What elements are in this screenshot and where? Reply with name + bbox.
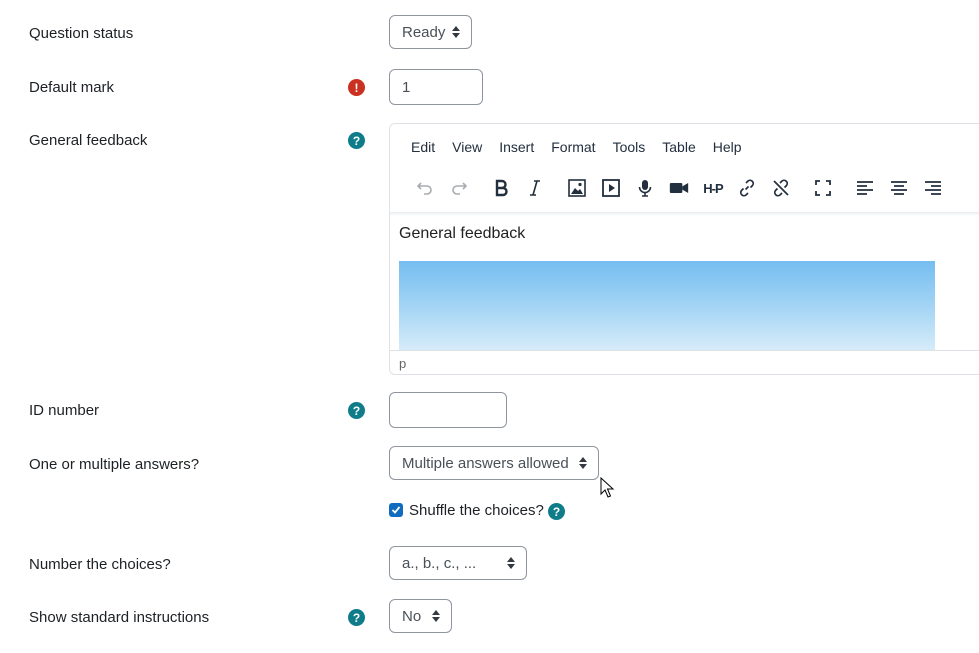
menu-view[interactable]: View (452, 139, 482, 155)
link-icon[interactable] (730, 174, 764, 202)
redo-icon[interactable] (442, 174, 476, 202)
bold-icon[interactable] (484, 174, 518, 202)
number-choices-select[interactable]: a., b., c., ... (389, 546, 527, 580)
menu-insert[interactable]: Insert (499, 139, 534, 155)
undo-icon[interactable] (408, 174, 442, 202)
question-status-label: Question status (29, 25, 134, 42)
image-icon[interactable] (560, 174, 594, 202)
default-mark-input[interactable] (389, 69, 483, 105)
feedback-image[interactable] (399, 261, 935, 351)
editor-menubar: Edit View Insert Format Tools Table Help (411, 139, 759, 155)
unlink-icon[interactable] (764, 174, 798, 202)
fullscreen-icon[interactable] (806, 174, 840, 202)
align-right-icon[interactable] (916, 174, 950, 202)
menu-tools[interactable]: Tools (613, 139, 646, 155)
one-or-multiple-label: One or multiple answers? (29, 456, 200, 473)
select-caret-icon (452, 25, 460, 39)
italic-icon[interactable] (518, 174, 552, 202)
element-path[interactable]: p (399, 356, 406, 371)
general-feedback-label: General feedback (29, 132, 148, 149)
shuffle-label[interactable]: Shuffle the choices? (409, 502, 544, 519)
record-video-icon[interactable] (662, 174, 696, 202)
help-icon[interactable]: ? (548, 503, 565, 520)
help-icon[interactable]: ? (348, 402, 365, 419)
id-number-input[interactable] (389, 392, 507, 428)
menu-table[interactable]: Table (662, 139, 695, 155)
align-left-icon[interactable] (848, 174, 882, 202)
one-or-multiple-value: Multiple answers allowed (402, 454, 569, 472)
help-icon[interactable]: ? (348, 132, 365, 149)
id-number-label: ID number (29, 402, 100, 419)
mouse-cursor-icon (600, 477, 615, 498)
check-icon (391, 506, 401, 514)
shuffle-checkbox[interactable] (389, 503, 403, 517)
one-or-multiple-select[interactable]: Multiple answers allowed (389, 446, 599, 480)
number-choices-label: Number the choices? (29, 556, 171, 573)
question-status-value: Ready (402, 23, 446, 41)
h5p-icon[interactable]: H-P (696, 174, 730, 202)
select-caret-icon (432, 609, 440, 623)
default-mark-label: Default mark (29, 79, 115, 96)
menu-help[interactable]: Help (713, 139, 742, 155)
help-icon[interactable]: ? (348, 609, 365, 626)
menu-edit[interactable]: Edit (411, 139, 435, 155)
editor-content-text[interactable]: General feedback (399, 225, 525, 243)
select-caret-icon (507, 556, 515, 570)
required-icon: ! (348, 79, 365, 96)
record-audio-icon[interactable] (628, 174, 662, 202)
select-caret-icon (579, 456, 587, 470)
question-status-select[interactable]: Ready (389, 15, 472, 49)
number-choices-value: a., b., c., ... (402, 554, 477, 572)
show-instructions-label: Show standard instructions (29, 609, 210, 626)
show-instructions-select[interactable]: No (389, 599, 452, 633)
media-icon[interactable] (594, 174, 628, 202)
show-instructions-value: No (402, 607, 422, 625)
menu-format[interactable]: Format (551, 139, 595, 155)
general-feedback-editor[interactable]: Edit View Insert Format Tools Table Help (389, 123, 979, 375)
editor-toolbar: H-P (408, 174, 950, 202)
align-center-icon[interactable] (882, 174, 916, 202)
editor-statusbar: p (390, 350, 979, 374)
